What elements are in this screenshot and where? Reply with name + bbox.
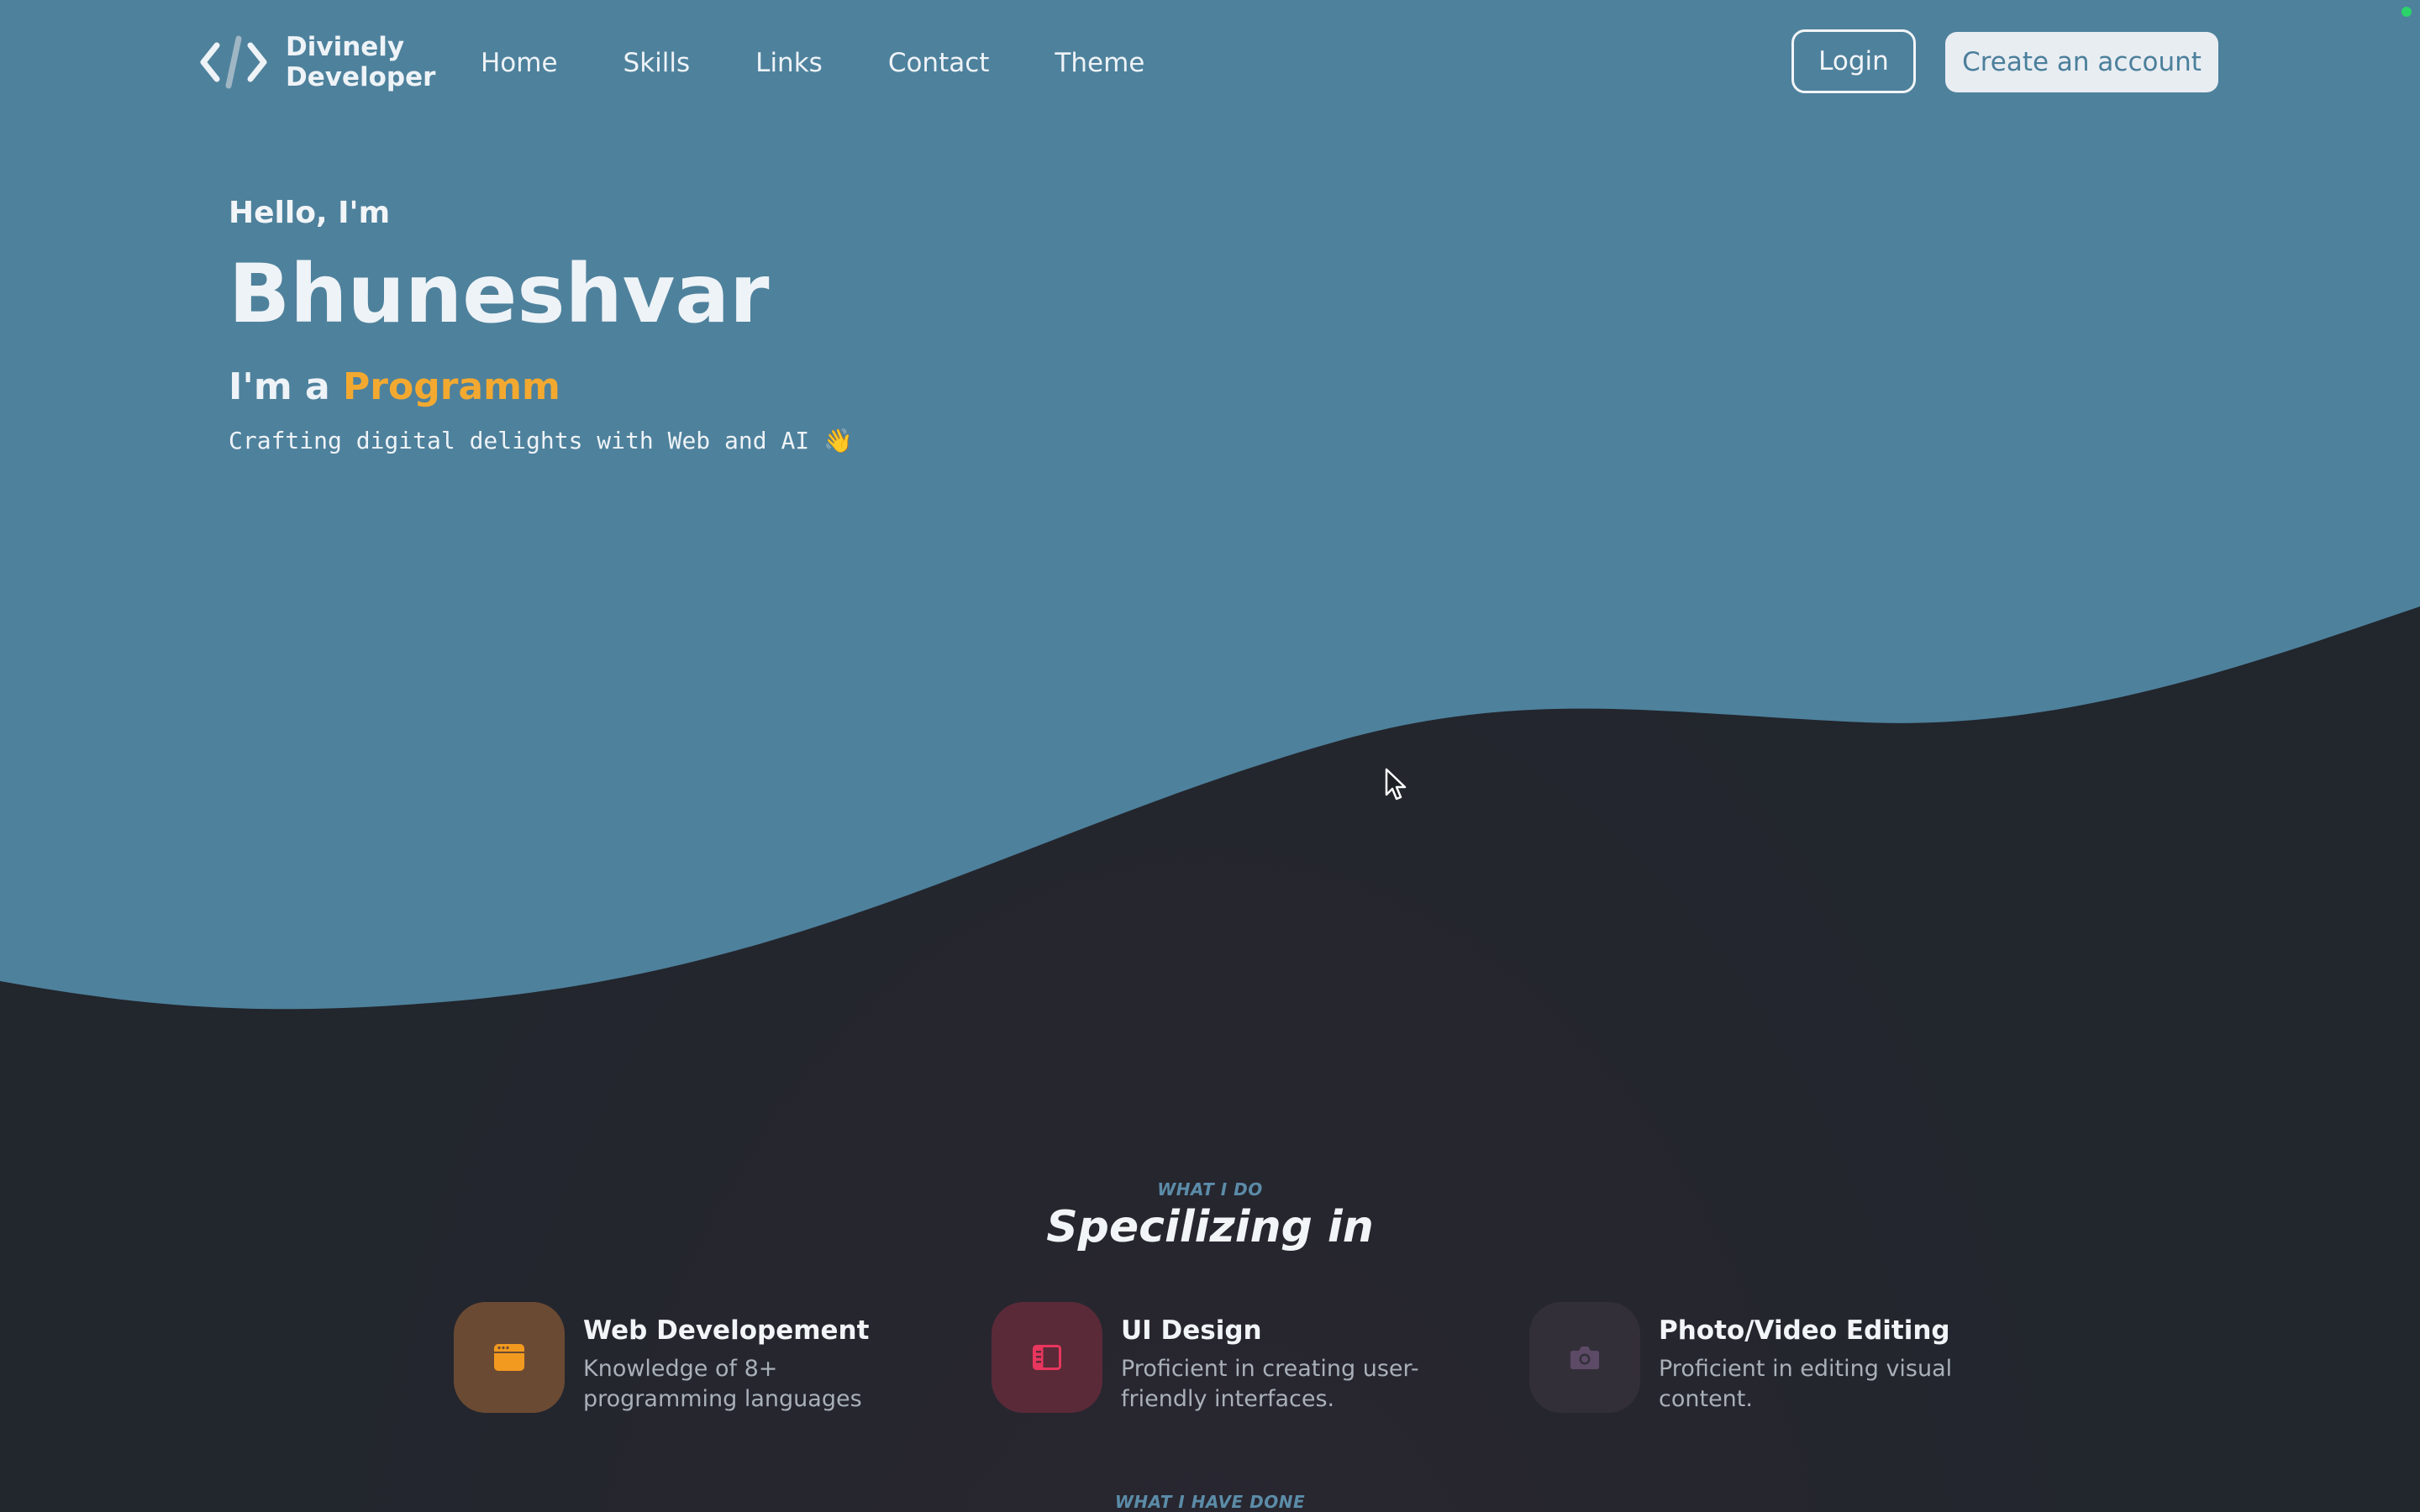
nav-link-contact[interactable]: Contact (888, 44, 990, 82)
hero-greeting: Hello, I'm (229, 196, 391, 230)
logo-line-1: Divinely (286, 32, 405, 62)
nav-links: Home Skills Links Contact Theme (481, 44, 1210, 82)
what-i-do-eyebrow: WHAT I DO (1157, 1179, 1263, 1200)
hero-section: Hello, I'm Bhuneshvar I'm a Programm Cra… (229, 192, 853, 454)
skill-card-web: Web Developement Knowledge of 8+ program… (454, 1302, 936, 1415)
hero-role: I'm a Programm (229, 365, 560, 410)
nav-link-skills[interactable]: Skills (623, 44, 691, 82)
what-i-do-title: Specilizing in (1046, 1202, 1374, 1252)
skill-card-title: Web Developement (583, 1315, 870, 1346)
logo-text: Divinely Developer (286, 32, 435, 92)
skill-card-photo: Photo/Video Editing Proficient in editin… (1529, 1302, 2012, 1415)
skill-card-title: UI Design (1121, 1315, 1262, 1346)
logo-line-2: Developer (286, 62, 436, 92)
logo[interactable]: Divinely Developer (198, 30, 435, 94)
hero-tagline: Crafting digital delights with Web and A… (229, 427, 853, 454)
hero-role-prefix: I'm a (229, 365, 330, 408)
portfolio-page: Divinely Developer Home Skills Links Con… (0, 0, 2420, 1512)
hero-name: Bhuneshvar (229, 247, 770, 341)
skill-card-desc: Proficient in creating user-friendly int… (1121, 1356, 1419, 1412)
layout-icon (992, 1302, 1102, 1413)
login-button[interactable]: Login (1791, 29, 1916, 93)
nav-link-home[interactable]: Home (481, 44, 558, 82)
nav-link-links[interactable]: Links (755, 44, 823, 82)
create-account-button[interactable]: Create an account (1945, 32, 2218, 92)
skill-card-desc: Knowledge of 8+ programming languages (583, 1356, 862, 1412)
code-brackets-icon (200, 35, 267, 89)
skill-card-desc: Proficient in editing visual content. (1659, 1356, 1953, 1412)
browser-window-icon (454, 1302, 565, 1413)
nav-link-theme[interactable]: Theme (1055, 44, 1144, 82)
status-indicator (2402, 7, 2412, 17)
skill-card-title: Photo/Video Editing (1659, 1315, 1950, 1346)
mouse-cursor-icon (1385, 768, 1407, 801)
camera-icon (1529, 1302, 1640, 1413)
navbar: Divinely Developer Home Skills Links Con… (0, 0, 2420, 126)
what-i-have-done-eyebrow: WHAT I HAVE DONE (1114, 1492, 1306, 1512)
hero-role-typed: Programm (343, 365, 560, 408)
skill-card-ui: UI Design Proficient in creating user-fr… (992, 1302, 1474, 1415)
